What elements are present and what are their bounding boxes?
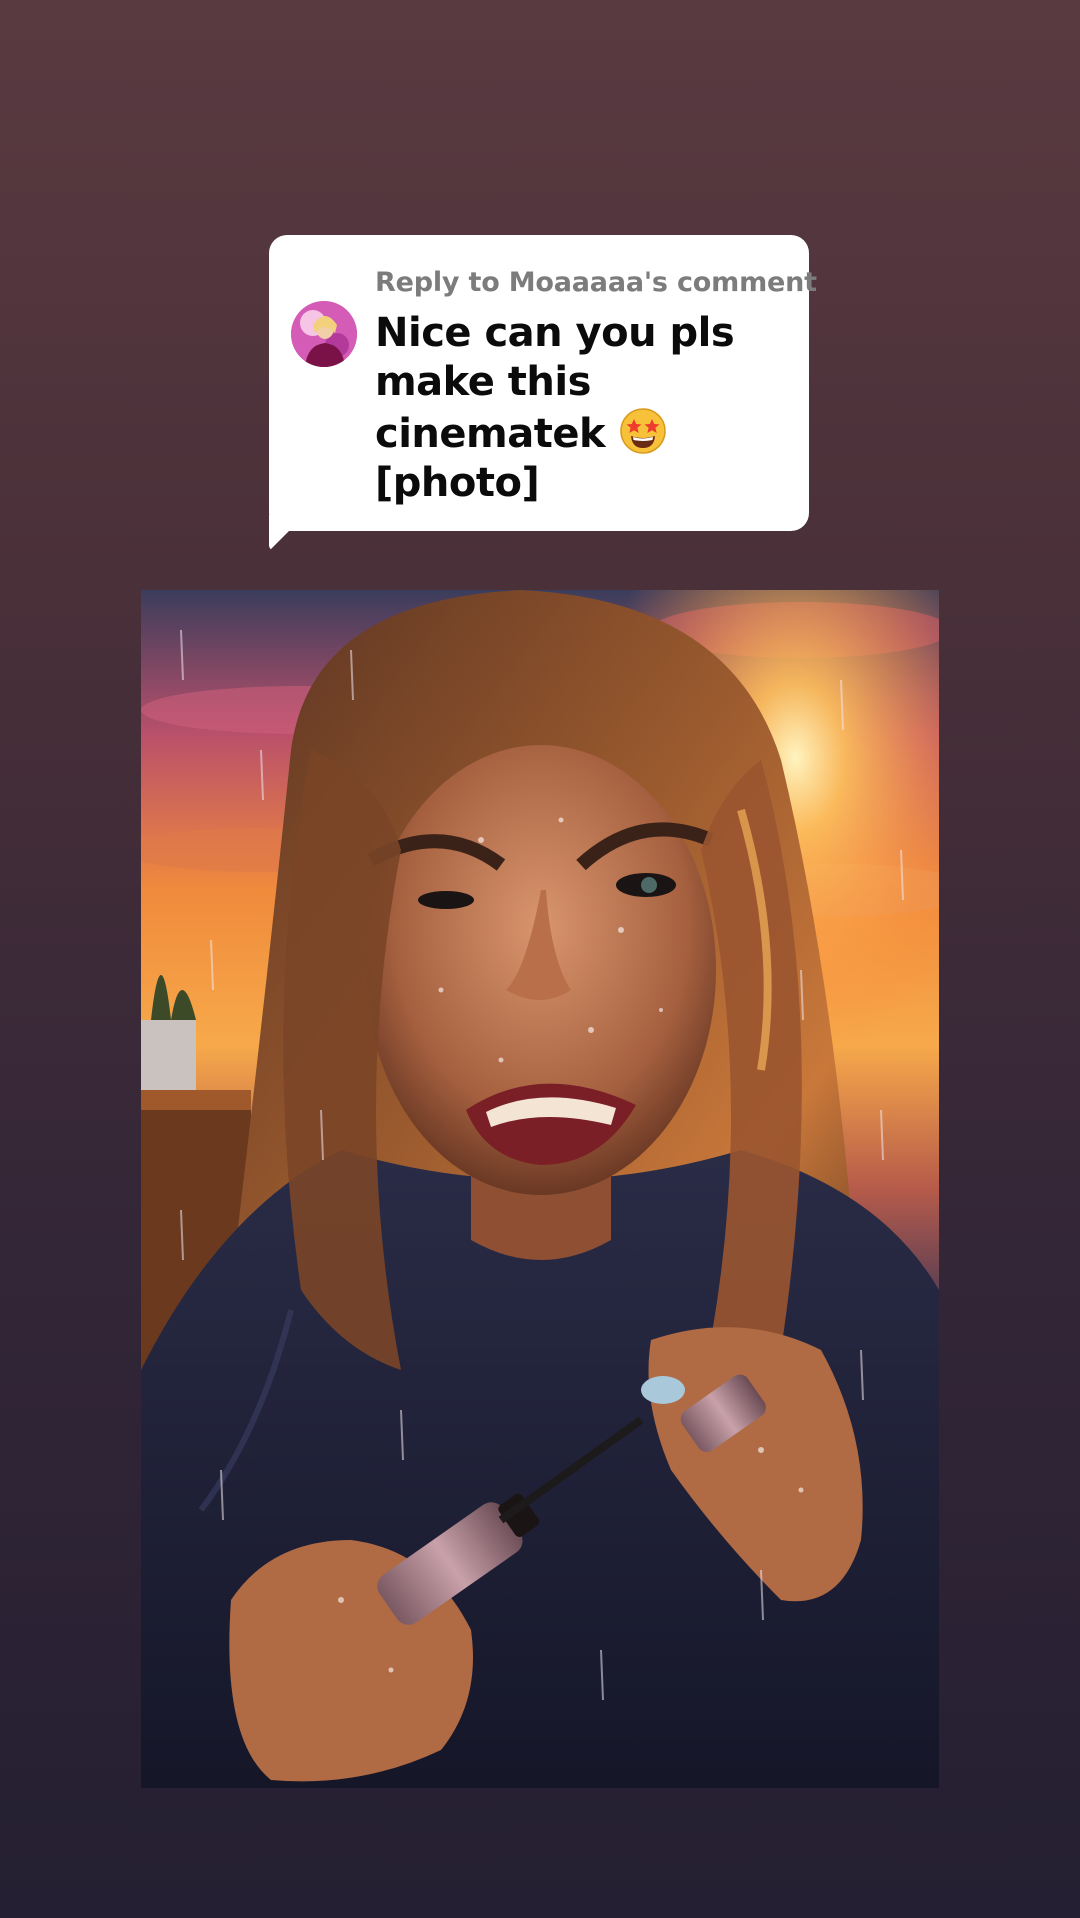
photo-attachment-label: [photo] (375, 460, 540, 506)
commenter-avatar[interactable] (291, 301, 357, 367)
reply-message-text: Nice can you pls make this cinematek (375, 310, 735, 457)
star-struck-emoji-icon (619, 407, 667, 455)
reply-header: Reply to Moaaaaa's comment (375, 267, 817, 298)
portrait-photo[interactable] (141, 590, 939, 1788)
reply-comment-card[interactable]: Reply to Moaaaaa's comment Nice can you … (269, 235, 817, 551)
reply-message: Nice can you pls make this cinematek [ph… (375, 309, 795, 508)
